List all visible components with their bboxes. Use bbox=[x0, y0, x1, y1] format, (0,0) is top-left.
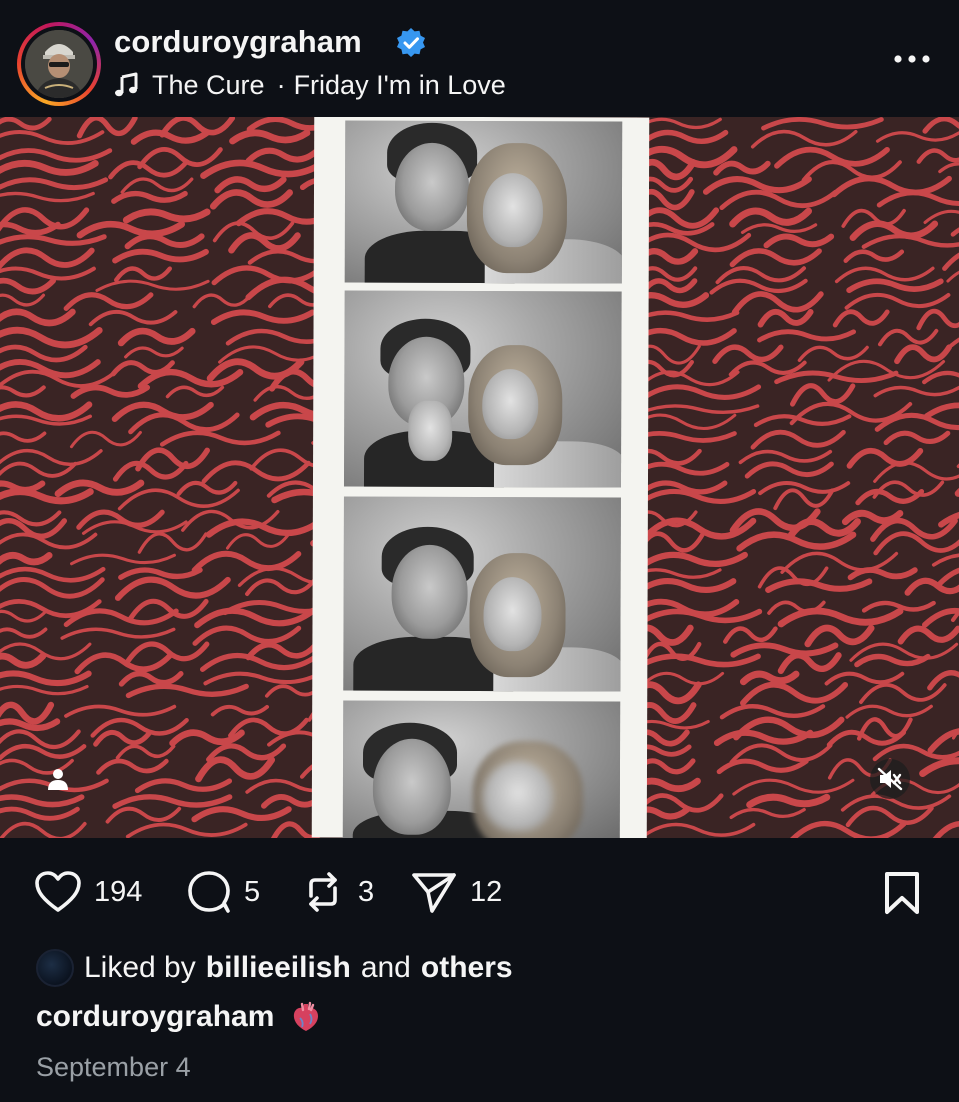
mute-toggle-button[interactable] bbox=[870, 759, 910, 799]
comment-button[interactable]: 5 bbox=[186, 870, 260, 914]
heart-outline-icon bbox=[35, 871, 81, 912]
music-artist: The Cure bbox=[152, 69, 265, 100]
photo-frame-3 bbox=[343, 496, 621, 692]
like-count: 194 bbox=[94, 875, 143, 908]
liked-by-middle: and bbox=[360, 951, 411, 984]
photo-frame-2 bbox=[343, 290, 622, 488]
action-bar: 194 5 3 12 bbox=[0, 838, 959, 948]
share-button[interactable]: 12 bbox=[410, 870, 502, 914]
post-header: corduroygraham The Cure · Friday I'm in … bbox=[0, 0, 959, 117]
photo-booth-strip bbox=[311, 117, 650, 838]
post-date: September 4 bbox=[36, 1052, 191, 1082]
share-count: 12 bbox=[470, 875, 503, 908]
comment-bubble-icon bbox=[188, 871, 230, 913]
repost-count: 3 bbox=[358, 875, 375, 908]
avatar-portrait bbox=[25, 30, 93, 98]
anatomical-heart-emoji bbox=[294, 1001, 319, 1031]
liked-by-prefix: Liked by bbox=[84, 951, 196, 984]
speaker-muted-icon bbox=[877, 767, 903, 791]
paper-plane-icon bbox=[412, 873, 456, 913]
tagged-users-button[interactable] bbox=[40, 761, 76, 797]
liked-by-user[interactable]: billieeilish bbox=[206, 951, 351, 985]
caption: corduroygraham bbox=[36, 995, 322, 1039]
repost-button[interactable]: 3 bbox=[300, 870, 374, 914]
post-media[interactable] bbox=[0, 117, 959, 838]
like-button[interactable]: 194 bbox=[34, 870, 142, 914]
photo-frame-1 bbox=[344, 120, 623, 284]
liked-by-others[interactable]: others bbox=[421, 951, 513, 985]
verified-badge-icon bbox=[397, 28, 425, 57]
music-separator: · bbox=[276, 69, 286, 100]
music-info[interactable]: The Cure · Friday I'm in Love bbox=[114, 68, 506, 102]
username[interactable]: corduroygraham bbox=[114, 24, 362, 60]
comment-count: 5 bbox=[244, 875, 261, 908]
bookmark-icon[interactable] bbox=[882, 870, 922, 916]
caption-username[interactable]: corduroygraham bbox=[36, 1000, 274, 1034]
music-note-icon bbox=[115, 72, 138, 97]
photo-frame-4 bbox=[342, 700, 621, 838]
liker-avatar bbox=[36, 949, 74, 987]
user-tag-icon bbox=[48, 769, 68, 790]
more-options-button[interactable] bbox=[888, 42, 936, 76]
avatar-image bbox=[25, 30, 93, 98]
more-horizontal-icon bbox=[894, 55, 930, 63]
liked-by-summary[interactable]: Liked by billieeilish and others bbox=[36, 946, 513, 990]
profile-avatar[interactable] bbox=[17, 22, 101, 106]
music-track: Friday I'm in Love bbox=[293, 69, 506, 100]
repost-arrows-icon bbox=[309, 872, 337, 912]
